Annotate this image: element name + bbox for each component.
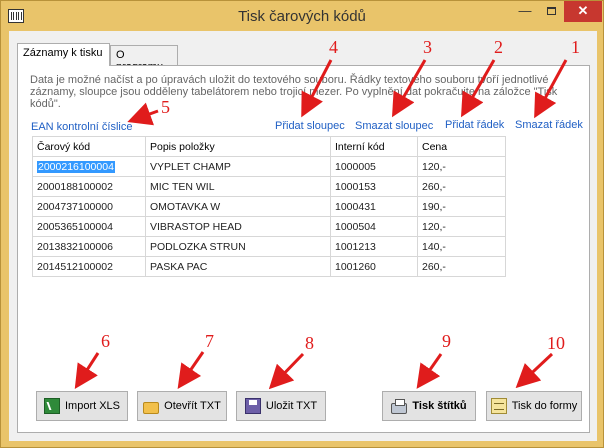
open-txt-button[interactable]: Otevřít TXT xyxy=(137,391,227,421)
table-row[interactable]: 2005365100004 VIBRASTOP HEAD 1000504 120… xyxy=(32,216,506,237)
table-cell[interactable]: 120,- xyxy=(417,156,506,177)
maximize-icon xyxy=(546,7,556,15)
maximize-button[interactable] xyxy=(538,1,564,22)
table-cell[interactable]: VIBRASTOP HEAD xyxy=(145,216,331,237)
table-cell[interactable]: 2004737100000 xyxy=(32,196,146,217)
table-cell[interactable]: 2005365100004 xyxy=(32,216,146,237)
import-xls-button[interactable]: Import XLS xyxy=(36,391,128,421)
table-cell[interactable]: PODLOZKA STRUN xyxy=(145,236,331,257)
table-cell[interactable]: PASKA PAC xyxy=(145,256,331,277)
import-xls-label: Import XLS xyxy=(64,400,121,412)
folder-icon xyxy=(143,401,160,414)
delete-row-link[interactable]: Smazat řádek xyxy=(515,119,583,131)
table-header-row: Čarový kód Popis položky Interní kód Cen… xyxy=(32,136,506,157)
excel-icon xyxy=(43,398,60,414)
table-cell[interactable]: 2000216100004 xyxy=(32,156,146,177)
print-labels-label: Tisk štítků xyxy=(412,400,467,412)
add-column-link[interactable]: Přidat sloupec xyxy=(275,120,345,132)
table-cell[interactable]: 120,- xyxy=(417,216,506,237)
table-row[interactable]: 2000188100002 MIC TEN WIL 1000153 260,- xyxy=(32,176,506,197)
records-table: Čarový kód Popis položky Interní kód Cen… xyxy=(32,136,506,277)
table-cell[interactable]: 1001260 xyxy=(330,256,418,277)
print-form-label: Tisk do formy xyxy=(511,400,578,412)
close-button[interactable]: ✕ xyxy=(564,1,602,22)
ean-check-digit-link[interactable]: EAN kontrolní číslice xyxy=(31,121,132,133)
table-cell[interactable]: 2000188100002 xyxy=(32,176,146,197)
records-panel: Data je možné načíst a po úpravách uloži… xyxy=(17,65,590,433)
title-bar[interactable]: Tisk čarových kódů — ✕ xyxy=(1,1,603,31)
form-icon xyxy=(490,398,507,414)
table-cell[interactable]: 140,- xyxy=(417,236,506,257)
tab-about[interactable]: O programu xyxy=(110,45,178,73)
table-cell[interactable]: 1000153 xyxy=(330,176,418,197)
table-cell[interactable]: 1000504 xyxy=(330,216,418,237)
print-form-button[interactable]: Tisk do formy xyxy=(486,391,582,421)
selected-cell-text: 2000216100004 xyxy=(37,160,115,173)
table-cell[interactable]: 2013832100006 xyxy=(32,236,146,257)
table-cell[interactable]: 2014512100002 xyxy=(32,256,146,277)
table-cell[interactable]: VYPLET CHAMP xyxy=(145,156,331,177)
table-row[interactable]: 2013832100006 PODLOZKA STRUN 1001213 140… xyxy=(32,236,506,257)
main-window: Tisk čarových kódů — ✕ Záznamy k tisku O… xyxy=(0,0,604,448)
table-cell[interactable]: 1001213 xyxy=(330,236,418,257)
table-cell[interactable]: MIC TEN WIL xyxy=(145,176,331,197)
client-area: Záznamy k tisku O programu Data je možné… xyxy=(9,31,597,441)
delete-column-link[interactable]: Smazat sloupec xyxy=(355,120,433,132)
column-header-barcode[interactable]: Čarový kód xyxy=(32,136,146,157)
info-text: Data je možné načíst a po úpravách uloži… xyxy=(30,74,558,110)
table-cell[interactable]: 190,- xyxy=(417,196,506,217)
table-row[interactable]: 2014512100002 PASKA PAC 1001260 260,- xyxy=(32,256,506,277)
table-row[interactable]: 2000216100004 VYPLET CHAMP 1000005 120,- xyxy=(32,156,506,177)
table-cell[interactable]: 1000431 xyxy=(330,196,418,217)
save-txt-button[interactable]: Uložit TXT xyxy=(236,391,326,421)
printer-icon xyxy=(391,398,408,414)
table-row[interactable]: 2004737100000 OMOTAVKA W 1000431 190,- xyxy=(32,196,506,217)
save-icon xyxy=(244,398,261,414)
minimize-button[interactable]: — xyxy=(512,1,538,22)
print-labels-button[interactable]: Tisk štítků xyxy=(382,391,476,421)
table-cell[interactable]: 260,- xyxy=(417,176,506,197)
tab-records[interactable]: Záznamy k tisku xyxy=(17,43,110,66)
column-header-description[interactable]: Popis položky xyxy=(145,136,331,157)
table-cell[interactable]: OMOTAVKA W xyxy=(145,196,331,217)
open-txt-label: Otevřít TXT xyxy=(164,400,221,412)
save-txt-label: Uložit TXT xyxy=(265,400,318,412)
column-header-price[interactable]: Cena xyxy=(417,136,506,157)
column-header-internal-code[interactable]: Interní kód xyxy=(330,136,418,157)
table-cell[interactable]: 260,- xyxy=(417,256,506,277)
add-row-link[interactable]: Přidat řádek xyxy=(445,119,504,131)
table-cell[interactable]: 1000005 xyxy=(330,156,418,177)
